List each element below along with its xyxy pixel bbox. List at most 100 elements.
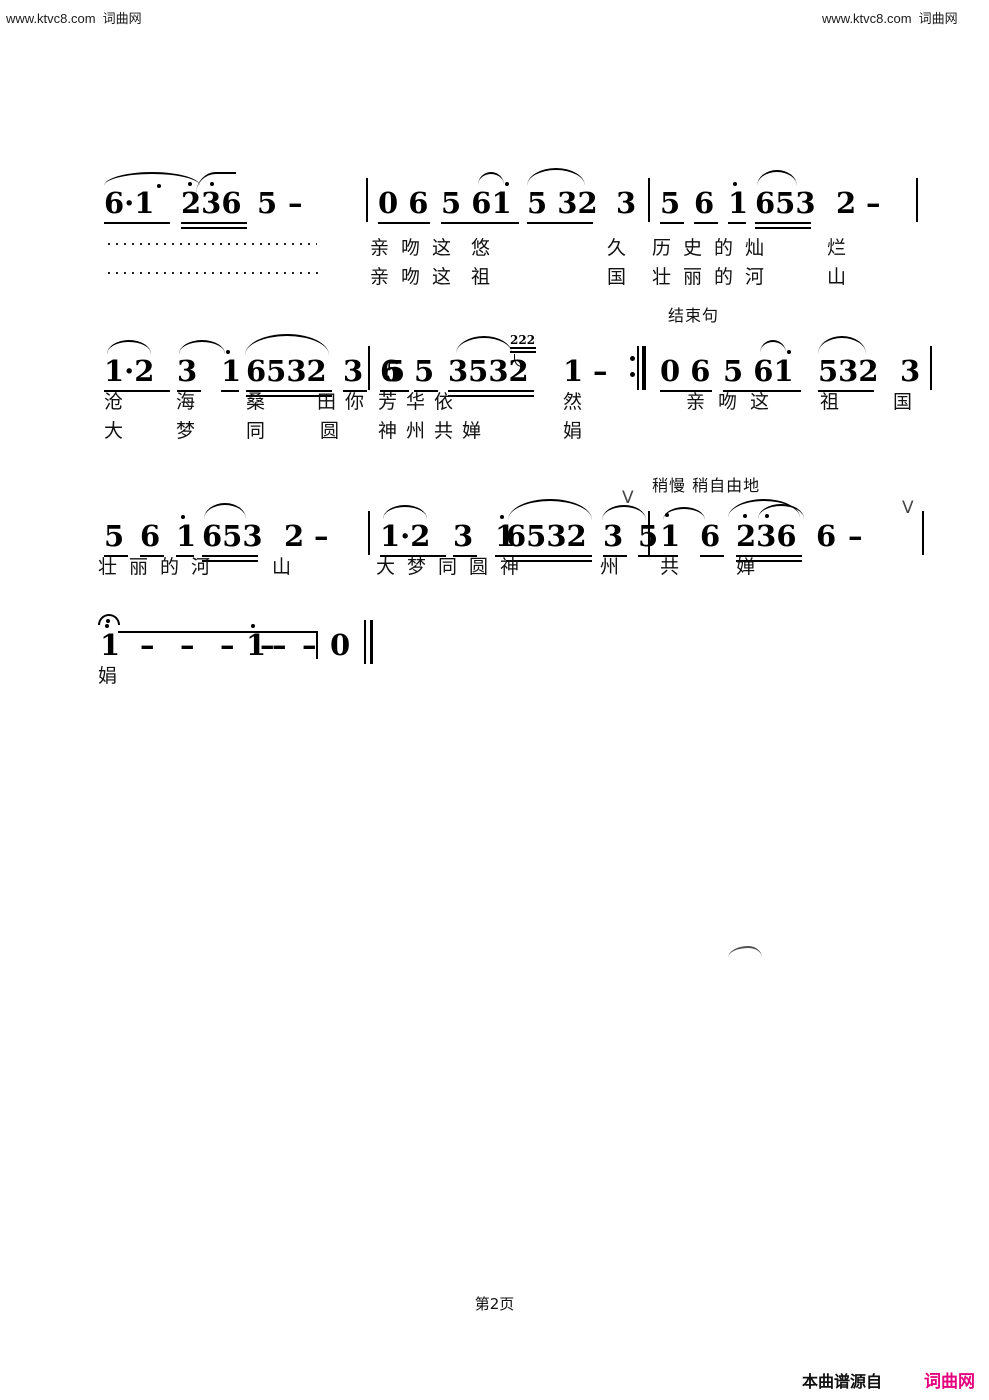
lyric-row2-e: 山 — [827, 266, 847, 288]
note-group-653-s3: 653 — [202, 519, 263, 557]
note-group-6-1: 6·1 — [104, 189, 170, 224]
lyric-s2-6: 然 — [563, 391, 583, 413]
lyric-s2-5: 芳华依 — [378, 391, 463, 413]
beam-12-extra — [140, 357, 170, 392]
octave-dot-high-9 — [500, 515, 504, 519]
octave-dot-high-8 — [181, 515, 185, 519]
note-group-236: 236 — [181, 189, 247, 224]
breath-mark-2: V — [902, 498, 914, 518]
note-1-m3: 1 — [728, 186, 749, 224]
octave-dot-high-10 — [665, 513, 669, 517]
lyric-s3-5: 共 — [660, 556, 680, 578]
slur-61 — [478, 172, 504, 185]
repeat-dot-upper — [630, 356, 635, 361]
note-5-m1: 5 — [257, 186, 278, 220]
slur-6532-s3 — [508, 499, 592, 520]
octave-dot-high-6 — [226, 350, 230, 354]
final-bar-line-1 — [364, 620, 366, 664]
lyric-s3-6: 婵 — [736, 556, 756, 578]
slur-3-1 — [179, 340, 225, 354]
note-5-s3b: 5 — [638, 522, 662, 557]
slur-532-s2 — [818, 336, 866, 354]
beam-12-extra-s3 — [416, 522, 446, 557]
lyric-row2-a: 亲吻这 — [370, 266, 464, 288]
grace-beam-2 — [510, 351, 536, 353]
note-group-532-s2: 532 — [818, 354, 879, 392]
slur-12-s3 — [383, 505, 427, 519]
octave-dot-high-13 — [105, 624, 109, 628]
barline-1-3 — [916, 178, 918, 222]
grace-beam-1 — [510, 347, 536, 349]
octave-dot-high-3 — [210, 182, 214, 186]
grace-note-digits: 222 — [510, 333, 536, 347]
note-5-s2: 5 — [414, 357, 438, 392]
barline-1-1 — [366, 178, 368, 222]
note-2-s3: 2 — [284, 519, 305, 553]
lyric-s2-4: 田你 — [317, 391, 374, 413]
note-3-m2: 3 — [616, 186, 637, 220]
final-double-barline — [364, 620, 373, 664]
barline-3-end — [922, 511, 924, 555]
lyric-s3-3: 大梦同圆神 — [376, 556, 532, 578]
note-group-6532-s3: 6532 — [506, 522, 592, 557]
octave-dot-high-4 — [505, 182, 509, 186]
source-bar: 本曲谱源自 词曲网 — [802, 1367, 975, 1393]
octave-dot-high-2 — [188, 182, 192, 186]
slur-3532 — [456, 336, 512, 354]
lyric-s2-7: 亲吻这 — [686, 391, 783, 413]
source-site-link[interactable]: 词曲网 — [924, 1367, 975, 1392]
note-6-s3-long: 6 — [816, 519, 837, 553]
lyric-s4-1: 娟 — [98, 665, 118, 687]
repeat-thin-line — [637, 346, 639, 390]
note-3-s3: 3 — [453, 522, 477, 557]
slur-653-s3 — [204, 503, 246, 519]
lyric-row2-d: 壮丽的河 — [652, 266, 777, 288]
slur-m1a — [104, 172, 200, 186]
section-label-ending: 结束句 — [668, 306, 720, 325]
note-group-653: 653 — [755, 186, 816, 224]
lyric-row1-c: 久 — [607, 237, 627, 259]
note-group-5-32: 5 32 — [527, 186, 598, 224]
lyric-s2b-6: 娟 — [563, 420, 583, 442]
note-6-m3: 6 — [694, 189, 718, 224]
dash-s4-3: – — [220, 628, 235, 662]
note-group-236-s3: 236 — [736, 522, 802, 557]
note-3-s3b: 3 — [603, 522, 627, 557]
beam-61-extra — [478, 189, 519, 224]
octave-dot-high-5 — [733, 182, 737, 186]
tempo-mark-slower: 稍慢 稍自由地 — [652, 476, 761, 495]
repeat-dot-lower — [630, 372, 635, 377]
slur-12 — [107, 340, 151, 354]
final-bar-line-2 — [370, 620, 373, 664]
dash-s4-1: – — [140, 628, 155, 662]
dash-s2: – — [593, 354, 608, 388]
slur-6532 — [245, 334, 329, 355]
dash-m1: – — [288, 186, 303, 220]
breath-mark-1: V — [622, 488, 634, 508]
lyric-row1-b: 悠 — [471, 237, 491, 259]
lyric-s3-2: 山 — [272, 556, 292, 578]
dash-s4-5: – — [272, 628, 287, 662]
lyric-s2b-3: 同 — [246, 420, 266, 442]
slur-61-s2 — [760, 340, 786, 353]
lyric-row2-c: 国 — [607, 266, 627, 288]
barline-2-end — [930, 346, 932, 390]
note-group-6532: 6532 — [246, 357, 332, 392]
lyric-s3-1: 壮丽的河 — [98, 556, 223, 578]
system-1: 6·1 236 5 – 0 6 5 61 5 32 3 5 6 1 653 2 … — [0, 0, 989, 287]
lyric-placeholder-row2 — [105, 272, 319, 274]
note-1-s3c: 1 — [660, 519, 681, 557]
note-1-s4b: 1 — [246, 628, 267, 662]
barline-2-1 — [368, 346, 370, 390]
note-5-s3: 5 — [104, 522, 128, 557]
lyric-row2-b: 祖 — [471, 266, 491, 288]
octave-dot-high-14 — [251, 624, 255, 628]
lyric-placeholder-row1 — [105, 243, 317, 245]
note-6-s3: 6 — [140, 522, 164, 557]
note-6-s2: 6 — [380, 357, 404, 392]
dash-s4-2: – — [180, 628, 195, 662]
barline-3-1 — [368, 511, 370, 555]
octave-dot-high-11 — [743, 514, 747, 518]
lyric-s2b-1: 大 — [104, 420, 124, 442]
grace-note-222: 222 — [510, 333, 536, 367]
